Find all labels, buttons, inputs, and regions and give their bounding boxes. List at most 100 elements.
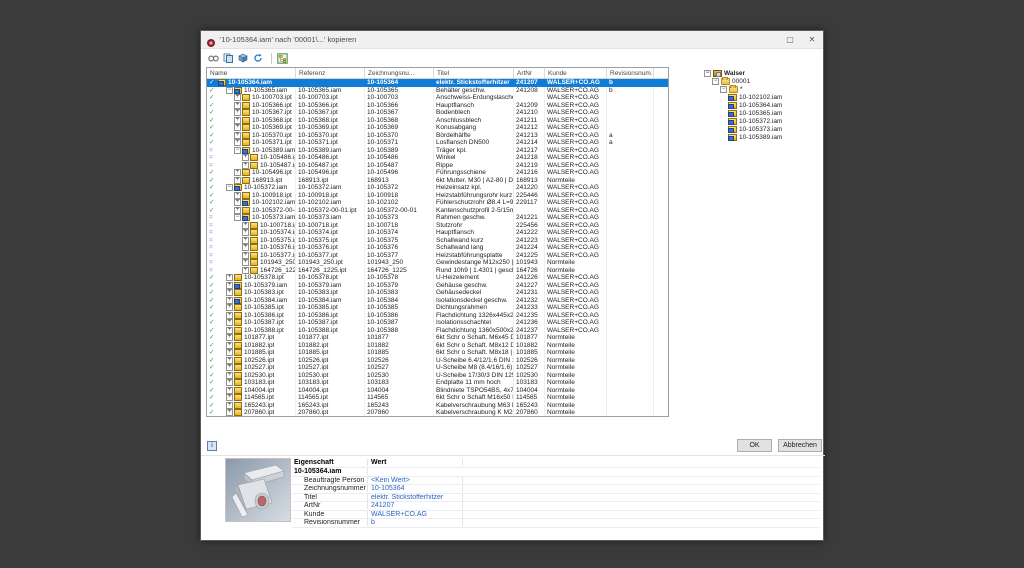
expander-icon[interactable]: + bbox=[234, 94, 241, 101]
tree-item[interactable]: 10-105372.iam bbox=[704, 117, 822, 125]
property-value[interactable]: 241207 bbox=[368, 502, 463, 509]
column-header[interactable]: Name bbox=[207, 68, 296, 78]
table-row[interactable]: ✓+10-100918.ipt10-100918.ipt10-100918Hei… bbox=[207, 192, 668, 200]
table-row[interactable]: ✓+114565.ipt114565.ipt1145656kt Schr o S… bbox=[207, 394, 668, 402]
expander-icon[interactable]: + bbox=[226, 274, 233, 281]
tree-view-icon[interactable] bbox=[276, 52, 288, 64]
find-icon[interactable] bbox=[207, 52, 219, 64]
column-header[interactable]: Revisionsnum... bbox=[607, 68, 654, 78]
table-row[interactable]: ✓+165243.ipt165243.ipt165243Kabelverschr… bbox=[207, 402, 668, 410]
table-row[interactable]: =+10-105487.ipt10-105487.ipt10-105487Rip… bbox=[207, 162, 668, 170]
table-row[interactable]: =+10-105377.ipt10-105377.ipt10-105377Hei… bbox=[207, 252, 668, 260]
table-row[interactable]: ✓+10-105383.ipt10-105383.ipt10-105383Geh… bbox=[207, 289, 668, 297]
table-row[interactable]: ✓−10-105372.iam10-105372.iam10-105372Hei… bbox=[207, 184, 668, 192]
property-value[interactable]: 10-105364 bbox=[368, 485, 463, 492]
tree-item[interactable]: 10-105373.iam bbox=[704, 125, 822, 133]
table-row[interactable]: =−10-105389.iam10-105389.iam10-105389Trä… bbox=[207, 147, 668, 155]
table-row[interactable]: ✓+102527.ipt102527.ipt102527U-Scheibe M8… bbox=[207, 364, 668, 372]
component-icon[interactable] bbox=[237, 52, 249, 64]
table-row[interactable]: ✓10-105364.iam10-105364elektr. Stickstof… bbox=[207, 79, 668, 87]
maximize-button[interactable]: ▢ bbox=[779, 31, 801, 49]
expander-icon[interactable]: − bbox=[704, 70, 711, 77]
expander-icon[interactable]: + bbox=[226, 289, 233, 296]
expander-icon[interactable]: − bbox=[226, 184, 233, 191]
expander-icon[interactable]: + bbox=[242, 162, 249, 169]
table-row[interactable]: ✓+10-105366.ipt10-105366.ipt10-105366Hau… bbox=[207, 102, 668, 110]
table-row[interactable]: ✓+10-105387.ipt10-105387.ipt10-105387Iso… bbox=[207, 319, 668, 327]
expander-icon[interactable]: + bbox=[226, 282, 233, 289]
expander-icon[interactable]: + bbox=[226, 334, 233, 341]
property-value[interactable]: b bbox=[368, 519, 463, 526]
expander-icon[interactable]: + bbox=[242, 259, 249, 266]
table-row[interactable]: ✓+10-105372-00-01.ipt10-105372-00-01.ipt… bbox=[207, 207, 668, 215]
expander-icon[interactable]: + bbox=[234, 124, 241, 131]
table-row[interactable]: ✓+10-105370.ipt10-105370.ipt10-105370Bör… bbox=[207, 132, 668, 140]
tree-item[interactable]: 10-105364.iam bbox=[704, 101, 822, 109]
table-row[interactable]: ✓+102530.ipt102530.ipt102530U-Scheibe 17… bbox=[207, 372, 668, 380]
column-header[interactable]: Zeichnungsnu... bbox=[365, 68, 434, 78]
table-row[interactable]: ✓+10-105367.ipt10-105367.ipt10-105367Bod… bbox=[207, 109, 668, 117]
expander-icon[interactable]: + bbox=[234, 199, 241, 206]
table-row[interactable]: =−10-105373.iam10-105373.iam10-105373Rah… bbox=[207, 214, 668, 222]
table-row[interactable]: =+10-105375.ipt10-105375.ipt10-105375Sch… bbox=[207, 237, 668, 245]
property-value[interactable]: <Kein Wert> bbox=[368, 477, 463, 484]
tree-item[interactable]: 10-105389.iam bbox=[704, 133, 822, 141]
expander-icon[interactable]: + bbox=[242, 244, 249, 251]
table-row[interactable]: ✓+10-105385.ipt10-105385.ipt10-105385Dic… bbox=[207, 304, 668, 312]
table-row[interactable]: ✓+10-105369.ipt10-105369.ipt10-105369Kon… bbox=[207, 124, 668, 132]
expander-icon[interactable]: + bbox=[226, 387, 233, 394]
expander-icon[interactable]: + bbox=[242, 267, 249, 274]
table-row[interactable]: ✓+103183.ipt103183.ipt103183Endplatte 11… bbox=[207, 379, 668, 387]
expander-icon[interactable]: + bbox=[234, 117, 241, 124]
expander-icon[interactable]: + bbox=[226, 357, 233, 364]
expander-icon[interactable]: + bbox=[242, 229, 249, 236]
expander-icon[interactable]: + bbox=[234, 192, 241, 199]
expander-icon[interactable]: + bbox=[234, 207, 241, 214]
refresh-icon[interactable] bbox=[252, 52, 264, 64]
table-row[interactable]: ✓+10-105386.ipt10-105386.ipt10-105386Fla… bbox=[207, 312, 668, 320]
tree-item[interactable]: −00001 bbox=[704, 77, 822, 85]
expander-icon[interactable]: + bbox=[226, 349, 233, 356]
column-header[interactable]: ArtNr bbox=[514, 68, 545, 78]
table-row[interactable]: =+10-100718.ipt10-100718.ipt10-100718Stu… bbox=[207, 222, 668, 230]
table-row[interactable]: ✓+10-102102.iam10-102102.iam10-102102Füh… bbox=[207, 199, 668, 207]
expander-icon[interactable]: − bbox=[226, 87, 233, 94]
expander-icon[interactable]: − bbox=[234, 214, 241, 221]
expander-icon[interactable]: + bbox=[234, 139, 241, 146]
expander-icon[interactable]: + bbox=[234, 177, 241, 184]
expander-icon[interactable]: + bbox=[226, 372, 233, 379]
table-row[interactable]: ✓+10-105368.ipt10-105368.ipt10-105368Ans… bbox=[207, 117, 668, 125]
expander-icon[interactable]: + bbox=[234, 169, 241, 176]
table-row[interactable]: ✓+104004.ipt104004.ipt104004Blindniete T… bbox=[207, 387, 668, 395]
copy-icon[interactable] bbox=[222, 52, 234, 64]
expander-icon[interactable]: + bbox=[242, 252, 249, 259]
table-row[interactable]: =+10-105376.ipt10-105376.ipt10-105376Sch… bbox=[207, 244, 668, 252]
table-row[interactable]: =+164726_1225.ipt164726_1225.ipt164726_1… bbox=[207, 267, 668, 275]
table-row[interactable]: ✓+10-105379.iam10-105379.iam10-105379Geh… bbox=[207, 282, 668, 290]
expander-icon[interactable]: + bbox=[226, 327, 233, 334]
close-button[interactable]: ✕ bbox=[801, 31, 823, 49]
expander-icon[interactable]: + bbox=[226, 364, 233, 371]
expander-icon[interactable]: + bbox=[226, 312, 233, 319]
expander-icon[interactable]: + bbox=[242, 237, 249, 244]
expander-icon[interactable]: + bbox=[226, 342, 233, 349]
ok-button[interactable]: OK bbox=[737, 439, 772, 452]
table-row[interactable]: ✓+10-100703.ipt10-100703.ipt10-100703Ans… bbox=[207, 94, 668, 102]
expander-icon[interactable]: − bbox=[234, 147, 241, 154]
table-row[interactable]: ✓−10-105365.iam10-105365.iam10-105365Beh… bbox=[207, 87, 668, 95]
column-header[interactable]: Referenz bbox=[296, 68, 365, 78]
expander-icon[interactable]: + bbox=[226, 402, 233, 409]
tree-item[interactable]: −* bbox=[704, 85, 822, 93]
expander-icon[interactable]: + bbox=[226, 409, 233, 416]
expander-icon[interactable]: + bbox=[226, 319, 233, 326]
tree-item[interactable]: 10-102102.iam bbox=[704, 93, 822, 101]
table-row[interactable]: ✓+101885.ipt101885.ipt1018856kt Schr o S… bbox=[207, 349, 668, 357]
expander-icon[interactable]: + bbox=[226, 379, 233, 386]
table-row[interactable]: ✓+168913.ipt168913.ipt1689136kt Mutter. … bbox=[207, 177, 668, 185]
properties-toggle-icon[interactable]: i bbox=[207, 441, 217, 451]
table-row[interactable]: ✓+10-105388.ipt10-105388.ipt10-105388Fla… bbox=[207, 327, 668, 335]
table-row[interactable]: ✓+10-105496.ipt10-105496.ipt10-105496Füh… bbox=[207, 169, 668, 177]
column-header[interactable]: Kunde bbox=[545, 68, 607, 78]
expander-icon[interactable]: + bbox=[242, 154, 249, 161]
property-value[interactable]: WALSER+CO.AG bbox=[368, 511, 463, 518]
